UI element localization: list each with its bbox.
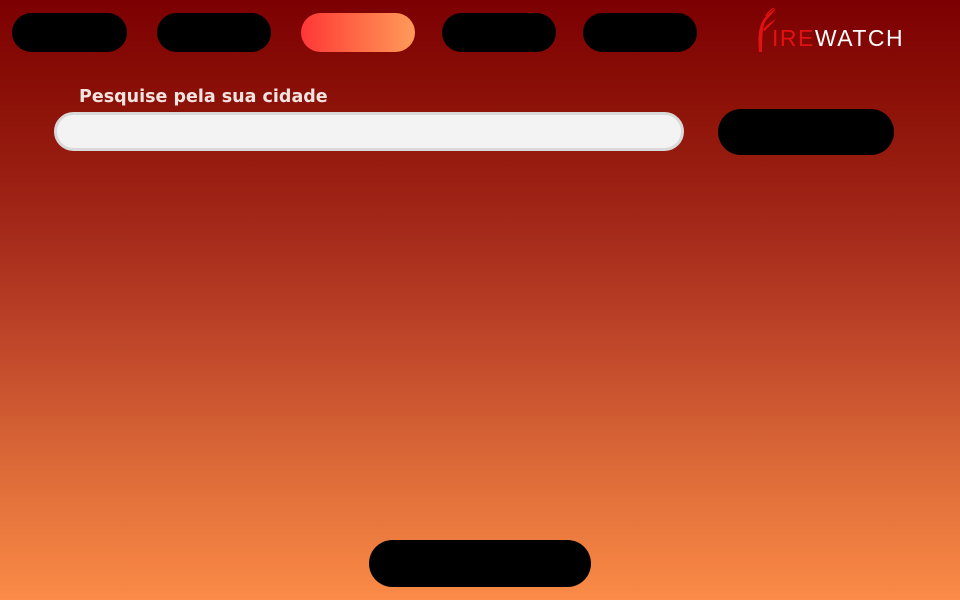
nav-tab-1[interactable] — [12, 13, 127, 52]
nav-tab-2[interactable] — [157, 13, 271, 52]
logo-text-watch: WATCH — [814, 25, 905, 51]
logo-text-ire: IRE — [772, 25, 815, 51]
nav-tab-5[interactable] — [583, 13, 697, 52]
city-search-input[interactable] — [54, 112, 684, 151]
nav-tab-3-active[interactable] — [301, 13, 415, 52]
nav-tab-4[interactable] — [442, 13, 556, 52]
logo-wordmark: IREWATCH — [772, 27, 904, 50]
search-label: Pesquise pela sua cidade — [79, 87, 328, 107]
bottom-action-button[interactable] — [369, 540, 591, 587]
firewatch-logo[interactable]: IREWATCH — [756, 6, 940, 54]
search-button[interactable] — [718, 109, 894, 155]
